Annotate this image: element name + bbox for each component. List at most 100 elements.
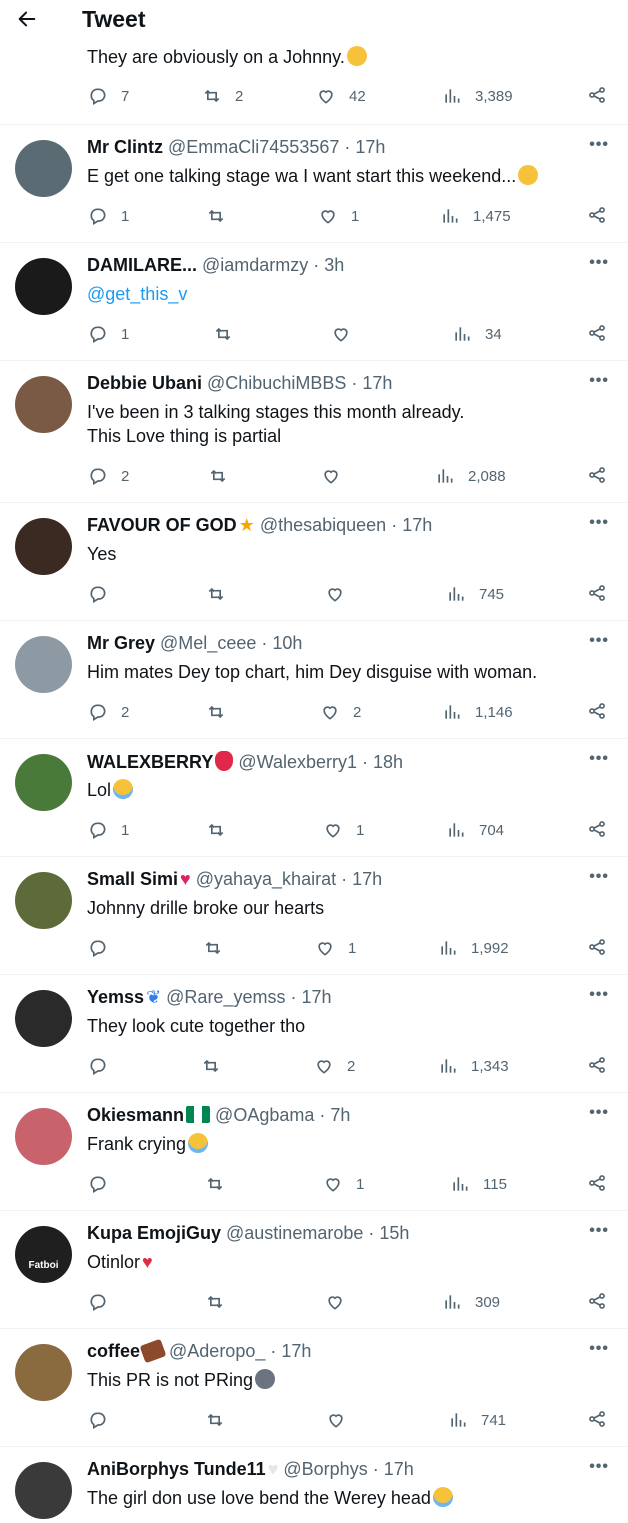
- author-name[interactable]: Small Simi: [87, 869, 178, 889]
- reply-button[interactable]: 2: [88, 464, 129, 488]
- timestamp[interactable]: 17h: [355, 137, 385, 157]
- views-button[interactable]: 745: [446, 582, 504, 606]
- author-handle[interactable]: @Aderopo_: [164, 1341, 265, 1361]
- author-handle[interactable]: @Rare_yemss: [161, 987, 285, 1007]
- views-button[interactable]: 1,992: [438, 936, 509, 960]
- timestamp[interactable]: 17h: [362, 373, 392, 393]
- more-button[interactable]: •••: [589, 1104, 609, 1122]
- share-button[interactable]: [587, 465, 607, 485]
- timestamp[interactable]: 7h: [330, 1105, 350, 1125]
- more-button[interactable]: •••: [589, 372, 609, 390]
- avatar[interactable]: Fatboi: [15, 1226, 72, 1283]
- retweet-button[interactable]: [205, 1172, 225, 1196]
- avatar[interactable]: [15, 258, 72, 315]
- like-button[interactable]: 1: [323, 818, 364, 842]
- more-button[interactable]: •••: [589, 514, 609, 532]
- retweet-button[interactable]: [206, 204, 226, 228]
- reply-button[interactable]: 1: [88, 818, 129, 842]
- reply-button[interactable]: [88, 1172, 108, 1196]
- views-button[interactable]: 3,389: [442, 84, 513, 108]
- share-button[interactable]: [587, 1173, 607, 1193]
- author-name[interactable]: Debbie Ubani: [87, 373, 202, 393]
- timestamp[interactable]: 15h: [379, 1223, 409, 1243]
- tweet-text[interactable]: @get_this_v: [87, 282, 187, 306]
- author-name[interactable]: AniBorphys Tunde11: [87, 1459, 266, 1479]
- reply-button[interactable]: [88, 936, 108, 960]
- more-button[interactable]: •••: [589, 750, 609, 768]
- like-button[interactable]: 1: [318, 204, 359, 228]
- timestamp[interactable]: 10h: [272, 633, 302, 653]
- retweet-button[interactable]: 2: [202, 84, 243, 108]
- timestamp[interactable]: 17h: [301, 987, 331, 1007]
- share-button[interactable]: [587, 1055, 607, 1075]
- timestamp[interactable]: 17h: [352, 869, 382, 889]
- more-button[interactable]: •••: [589, 254, 609, 272]
- like-button[interactable]: 42: [316, 84, 366, 108]
- author-handle[interactable]: @austinemarobe: [221, 1223, 363, 1243]
- like-button[interactable]: [325, 582, 345, 606]
- author-handle[interactable]: @Walexberry1: [233, 752, 357, 772]
- timestamp[interactable]: 18h: [373, 752, 403, 772]
- like-button[interactable]: 1: [323, 1172, 364, 1196]
- author-name[interactable]: Okiesmann: [87, 1105, 184, 1125]
- reply-tweet[interactable]: Yemss ❦ @Rare_yemss · 17h ••• They look cut…: [0, 974, 628, 1092]
- author-name[interactable]: Yemss: [87, 987, 144, 1007]
- back-button[interactable]: [12, 4, 42, 34]
- like-button[interactable]: [321, 464, 341, 488]
- views-button[interactable]: 741: [448, 1408, 506, 1432]
- views-button[interactable]: 309: [442, 1290, 500, 1314]
- retweet-button[interactable]: [203, 936, 223, 960]
- avatar[interactable]: [15, 872, 72, 929]
- reply-tweet[interactable]: Mr Grey @Mel_ceee · 10h ••• Him mates Dey …: [0, 620, 628, 738]
- reply-button[interactable]: 7: [88, 84, 129, 108]
- more-button[interactable]: •••: [589, 136, 609, 154]
- retweet-button[interactable]: [201, 1054, 221, 1078]
- timestamp[interactable]: 3h: [324, 255, 344, 275]
- share-button[interactable]: [587, 583, 607, 603]
- share-button[interactable]: [587, 1409, 607, 1429]
- retweet-button[interactable]: [206, 818, 226, 842]
- author-handle[interactable]: @EmmaCli74553567: [163, 137, 339, 157]
- reply-button[interactable]: [88, 1054, 108, 1078]
- avatar[interactable]: [15, 1462, 72, 1519]
- reply-button[interactable]: 1: [88, 322, 129, 346]
- timestamp[interactable]: 17h: [281, 1341, 311, 1361]
- more-button[interactable]: •••: [589, 868, 609, 886]
- more-button[interactable]: •••: [589, 986, 609, 1004]
- author-name[interactable]: Kupa EmojiGuy: [87, 1223, 221, 1243]
- reply-tweet[interactable]: Debbie Ubani @ChibuchiMBBS · 17h ••• I've …: [0, 360, 628, 502]
- views-button[interactable]: 115: [450, 1172, 507, 1196]
- author-name[interactable]: WALEXBERRY: [87, 752, 213, 772]
- reply-tweet[interactable]: AniBorphys Tunde11 ♥ @Borphys · 17h ••• The…: [0, 1446, 628, 1523]
- retweet-button[interactable]: [206, 582, 226, 606]
- share-button[interactable]: [587, 1291, 607, 1311]
- reply-tweet[interactable]: Okiesmann @OAgbama · 7h ••• Frank crying 1 1…: [0, 1092, 628, 1210]
- share-button[interactable]: [587, 85, 607, 110]
- author-handle[interactable]: @Mel_ceee: [155, 633, 256, 653]
- share-button[interactable]: [587, 701, 607, 721]
- author-name[interactable]: Mr Grey: [87, 633, 155, 653]
- more-button[interactable]: •••: [589, 1340, 609, 1358]
- like-button[interactable]: [325, 1290, 345, 1314]
- author-handle[interactable]: @ChibuchiMBBS: [202, 373, 346, 393]
- retweet-button[interactable]: [205, 1290, 225, 1314]
- avatar[interactable]: [15, 140, 72, 197]
- author-name[interactable]: FAVOUR OF GOD: [87, 515, 237, 535]
- timestamp[interactable]: 17h: [384, 1459, 414, 1479]
- timestamp[interactable]: 17h: [402, 515, 432, 535]
- like-button[interactable]: 2: [320, 700, 361, 724]
- avatar[interactable]: [15, 754, 72, 811]
- avatar[interactable]: [15, 518, 72, 575]
- author-handle[interactable]: @thesabiqueen: [255, 515, 386, 535]
- more-button[interactable]: •••: [589, 1458, 609, 1476]
- author-handle[interactable]: @yahaya_khairat: [191, 869, 336, 889]
- reply-button[interactable]: 2: [88, 700, 129, 724]
- author-handle[interactable]: @Borphys: [278, 1459, 367, 1479]
- author-name[interactable]: DAMILARE...: [87, 255, 197, 275]
- more-button[interactable]: •••: [589, 632, 609, 650]
- retweet-button[interactable]: [205, 1408, 225, 1432]
- reply-button[interactable]: [88, 582, 108, 606]
- retweet-button[interactable]: [206, 700, 226, 724]
- like-button[interactable]: [326, 1408, 346, 1432]
- author-name[interactable]: Mr Clintz: [87, 137, 163, 157]
